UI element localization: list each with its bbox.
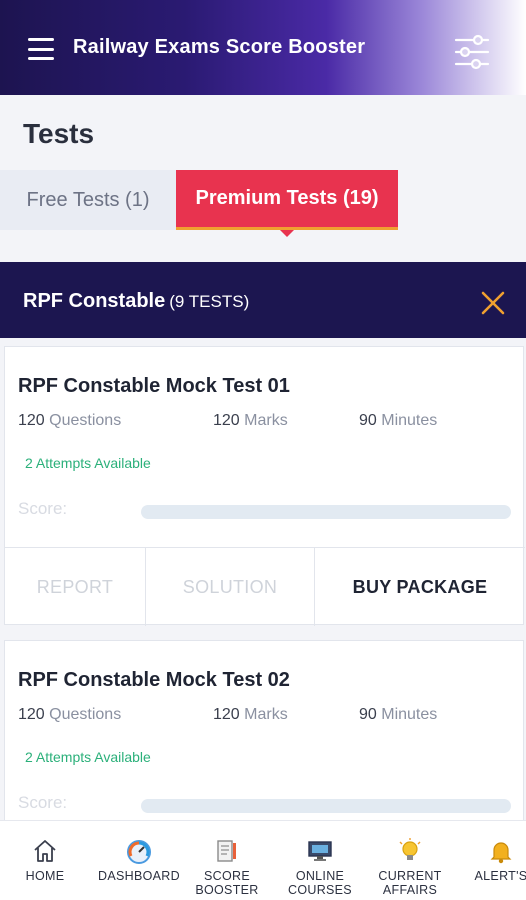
nav-label: HOME (25, 869, 65, 883)
filter-sliders-icon[interactable] (452, 30, 492, 74)
test-card: RPF Constable Mock Test 01 120 Questions… (4, 346, 525, 626)
marks-stat: 120 Marks (213, 412, 288, 430)
score-label: Score: (18, 793, 68, 812)
tab-premium-tests[interactable]: Premium Tests (19) (176, 170, 398, 237)
questions-stat: 120 Questions (18, 706, 121, 724)
nav-home[interactable]: HOME (0, 821, 90, 900)
score-label: Score: (18, 499, 68, 518)
marks-label: Marks (244, 706, 288, 723)
nav-alerts[interactable]: ALERT'S (456, 821, 526, 900)
minutes-stat: 90 Minutes (359, 412, 437, 430)
hamburger-menu-icon[interactable] (28, 38, 54, 60)
section-test-count: (9 TESTS) (169, 292, 250, 311)
questions-value: 120 (18, 706, 45, 723)
nav-current-affairs[interactable]: CURRENT AFFAIRS (365, 821, 455, 900)
test-card: RPF Constable Mock Test 02 120 Questions… (4, 640, 524, 840)
questions-label: Questions (49, 706, 122, 723)
minutes-stat: 90 Minutes (359, 706, 437, 724)
app-title: Railway Exams Score Booster (73, 36, 366, 58)
buy-package-button[interactable]: BUY PACKAGE (315, 548, 525, 626)
test-title[interactable]: RPF Constable Mock Test 02 (18, 669, 290, 692)
attempts-available: 2 Attempts Available (25, 455, 151, 471)
score-progress-bar (141, 505, 511, 519)
solution-button[interactable]: SOLUTION (146, 548, 315, 626)
minutes-value: 90 (359, 706, 377, 723)
nav-label: DASHBOARD (98, 869, 180, 883)
minutes-label: Minutes (381, 706, 438, 723)
nav-label: ALERT'S (474, 869, 526, 883)
section-name: RPF Constable (23, 290, 166, 312)
nav-dashboard[interactable]: DASHBOARD (94, 821, 184, 900)
section-title: RPF Constable (9 TESTS) (23, 290, 249, 313)
tab-bar: Free Tests (1) Premium Tests (19) (0, 170, 526, 237)
attempts-available: 2 Attempts Available (25, 749, 151, 765)
minutes-value: 90 (359, 412, 377, 429)
marks-label: Marks (244, 412, 288, 429)
top-app-bar: Railway Exams Score Booster (0, 0, 526, 95)
bell-icon (490, 842, 512, 864)
questions-label: Questions (49, 412, 122, 429)
app: Railway Exams Score Booster Tests Free T… (0, 0, 526, 900)
nav-score-booster[interactable]: SCORE BOOSTER (182, 821, 272, 900)
minutes-label: Minutes (381, 412, 438, 429)
nav-label: CURRENT AFFAIRS (378, 869, 442, 897)
report-button[interactable]: REPORT (5, 548, 146, 626)
nav-label: SCORE BOOSTER (195, 869, 259, 897)
nav-label: ONLINE COURSES (288, 869, 352, 897)
score-progress-bar (141, 799, 511, 813)
marks-value: 120 (213, 706, 240, 723)
gauge-icon (127, 840, 151, 864)
nav-online-courses[interactable]: ONLINE COURSES (275, 821, 365, 900)
lightbulb-icon (399, 838, 421, 860)
bottom-navigation: HOME DASHBOARD SCORE BOOSTER ONLINE COUR… (0, 820, 526, 900)
monitor-icon (308, 841, 332, 861)
tab-free-tests[interactable]: Free Tests (1) (0, 170, 176, 230)
close-x-icon[interactable] (480, 290, 506, 316)
marks-value: 120 (213, 412, 240, 429)
page-title: Tests (23, 118, 95, 149)
questions-stat: 120 Questions (18, 412, 121, 430)
test-title[interactable]: RPF Constable Mock Test 01 (18, 375, 290, 398)
marks-stat: 120 Marks (213, 706, 288, 724)
home-icon (34, 840, 56, 862)
score-booster-icon (217, 840, 236, 862)
questions-value: 120 (18, 412, 45, 429)
test-actions: REPORT SOLUTION BUY PACKAGE (5, 547, 525, 626)
